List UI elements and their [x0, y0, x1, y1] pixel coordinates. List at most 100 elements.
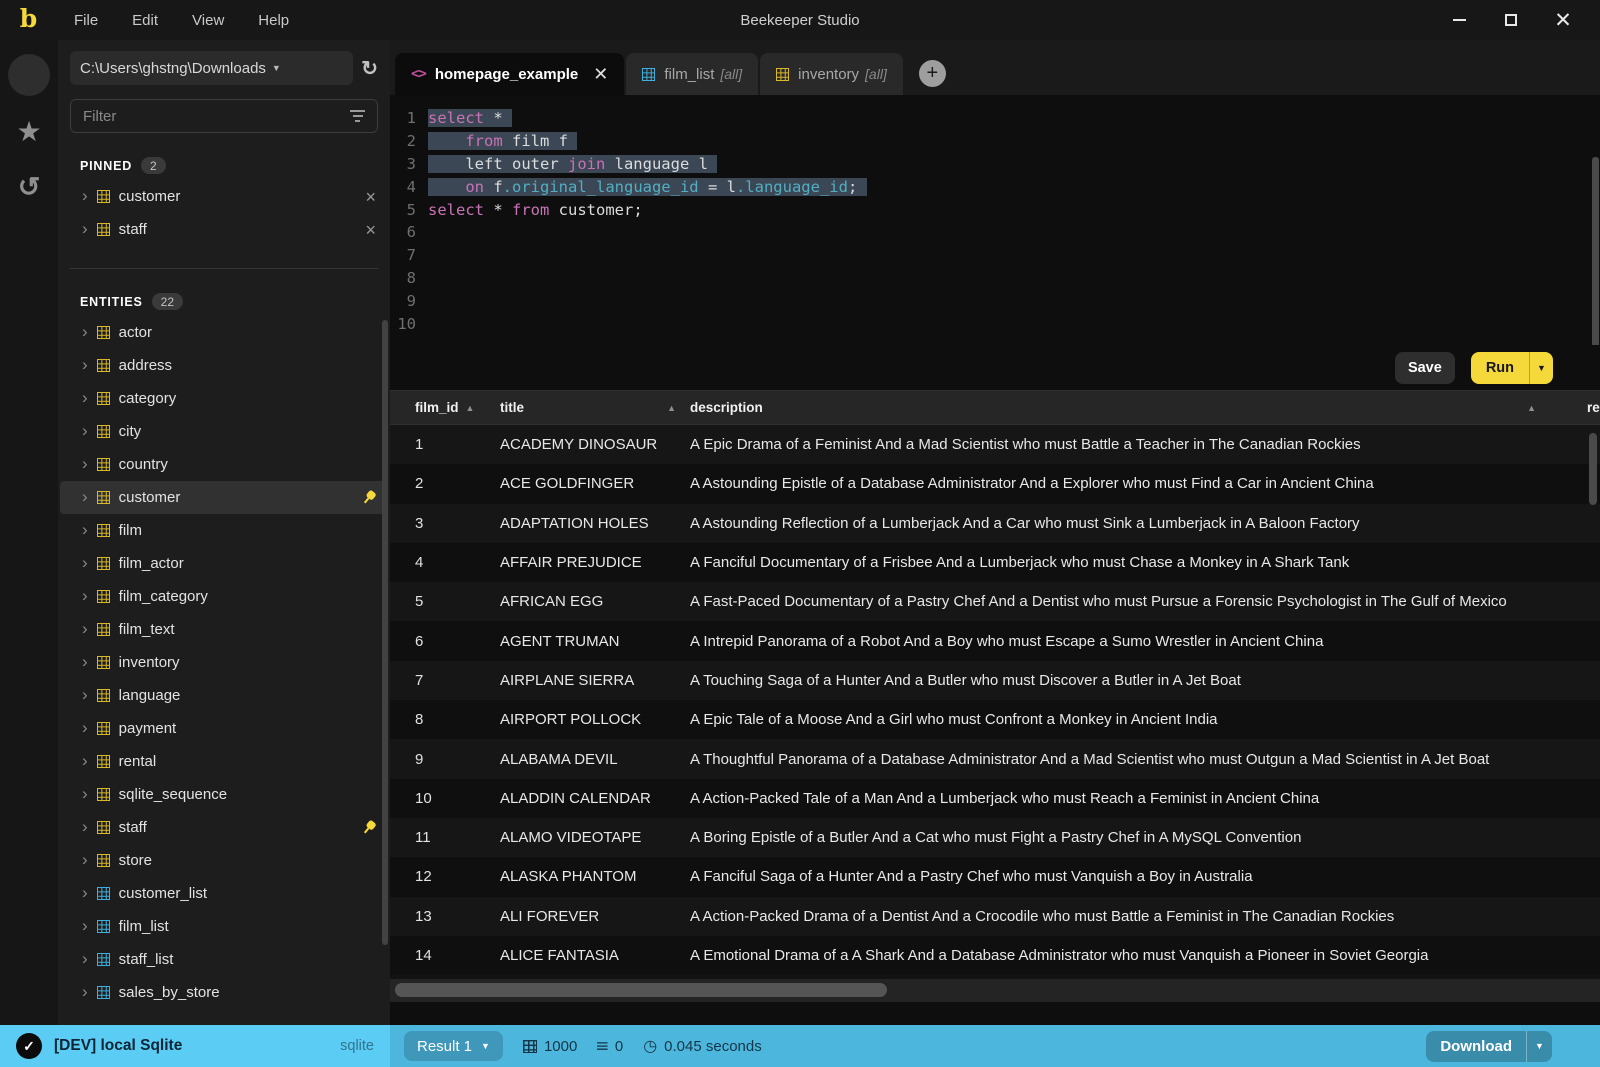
entity-item-staff[interactable]: › staff	[60, 811, 388, 844]
menu-help[interactable]: Help	[246, 8, 301, 33]
cell-title[interactable]: ACE GOLDFINGER	[500, 475, 690, 492]
chevron-right-icon[interactable]: ›	[82, 653, 88, 670]
entity-item-store[interactable]: › store	[60, 844, 388, 877]
table-row[interactable]: 14 ALICE FANTASIA A Emotional Drama of a A…	[390, 935, 1600, 976]
unpin-close-icon[interactable]: ×	[365, 221, 376, 239]
table-row[interactable]: 10 ALADDIN CALENDAR A Action-Packed Tale o…	[390, 778, 1600, 818]
cell-description[interactable]: A Action-Packed Tale of a Man And a Lumb…	[690, 790, 1600, 807]
entity-item-actor[interactable]: › actor	[60, 316, 388, 349]
cell-film-id[interactable]: 7	[415, 672, 500, 689]
cell-description[interactable]: A Fanciful Documentary of a Frisbee And …	[690, 554, 1600, 571]
cell-title[interactable]: AIRPLANE SIERRA	[500, 672, 690, 689]
table-row[interactable]: 5 AFRICAN EGG A Fast-Paced Documentary of …	[390, 582, 1600, 622]
cell-film-id[interactable]: 12	[415, 868, 500, 885]
chevron-right-icon[interactable]: ›	[82, 521, 88, 538]
cell-film-id[interactable]: 3	[415, 515, 500, 532]
table-row[interactable]: 12 ALASKA PHANTOM A Fanciful Saga of a Hun…	[390, 857, 1600, 897]
filter-input[interactable]: Filter	[70, 99, 378, 133]
entity-item-sqlite_sequence[interactable]: › sqlite_sequence	[60, 778, 388, 811]
code-line-3[interactable]: 3 left outer join language l	[390, 153, 1600, 176]
chevron-right-icon[interactable]: ›	[82, 356, 88, 373]
chevron-right-icon[interactable]: ›	[82, 422, 88, 439]
entity-item-customer_list[interactable]: › customer_list	[60, 877, 388, 910]
entity-item-rental[interactable]: › rental	[60, 745, 388, 778]
entity-item-film_actor[interactable]: › film_actor	[60, 547, 388, 580]
connection-select[interactable]: C:\Users\ghstng\Downloads ▼	[70, 51, 354, 85]
table-row[interactable]: 6 AGENT TRUMAN A Intrepid Panorama of a Ro…	[390, 621, 1600, 661]
cell-film-id[interactable]: 14	[415, 947, 500, 964]
download-button[interactable]: Download ▼	[1426, 1030, 1552, 1062]
maximize-button[interactable]	[1496, 5, 1526, 35]
cell-title[interactable]: AFFAIR PREJUDICE	[500, 554, 690, 571]
cell-title[interactable]: ALAMO VIDEOTAPE	[500, 829, 690, 846]
table-row[interactable]: 13 ALI FOREVER A Action-Packed Drama of a …	[390, 896, 1600, 936]
entity-item-payment[interactable]: › payment	[60, 712, 388, 745]
table-row[interactable]: 9 ALABAMA DEVIL A Thoughtful Panorama of a…	[390, 739, 1600, 779]
entity-item-film_text[interactable]: › film_text	[60, 613, 388, 646]
cell-film-id[interactable]: 5	[415, 593, 500, 610]
code-line-6[interactable]: 6	[390, 221, 1600, 244]
column-header-film-id[interactable]: film_id ▲	[415, 400, 500, 415]
entity-item-city[interactable]: › city	[60, 415, 388, 448]
cell-film-id[interactable]: 1	[415, 436, 500, 453]
table-row[interactable]: 11 ALAMO VIDEOTAPE A Boring Epistle of a B…	[390, 817, 1600, 858]
unpin-close-icon[interactable]: ×	[365, 188, 376, 206]
refresh-button[interactable]: ↻	[361, 56, 378, 81]
pinned-item-customer[interactable]: › customer ×	[60, 180, 388, 213]
chevron-right-icon[interactable]: ›	[82, 884, 88, 901]
sql-editor[interactable]: 1 select * 2 from film f 3 left outer joi…	[390, 95, 1600, 345]
code-line-1[interactable]: 1 select *	[390, 107, 1600, 130]
cell-film-id[interactable]: 13	[415, 908, 500, 925]
entity-item-category[interactable]: › category	[60, 382, 388, 415]
cell-film-id[interactable]: 8	[415, 711, 500, 728]
save-button[interactable]: Save	[1394, 351, 1455, 384]
cell-title[interactable]: AFRICAN EGG	[500, 593, 690, 610]
chevron-right-icon[interactable]: ›	[82, 554, 88, 571]
entity-item-staff_list[interactable]: › staff_list	[60, 943, 388, 976]
code-line-2[interactable]: 2 from film f	[390, 130, 1600, 153]
menu-file[interactable]: File	[62, 8, 110, 33]
menu-view[interactable]: View	[180, 8, 236, 33]
cell-title[interactable]: AIRPORT POLLOCK	[500, 711, 690, 728]
table-row[interactable]: 4 AFFAIR PREJUDICE A Fanciful Documentary …	[390, 542, 1600, 583]
pinned-item-staff[interactable]: › staff ×	[60, 213, 388, 246]
cell-title[interactable]: ADAPTATION HOLES	[500, 515, 690, 532]
cell-description[interactable]: A Action-Packed Drama of a Dentist And a…	[690, 908, 1600, 925]
cell-film-id[interactable]: 11	[415, 829, 500, 846]
entity-item-country[interactable]: › country	[60, 448, 388, 481]
table-row[interactable]: 1 ACADEMY DINOSAUR A Epic Drama of a Femin…	[390, 425, 1600, 465]
chevron-right-icon[interactable]: ›	[82, 719, 88, 736]
run-dropdown-caret[interactable]: ▼	[1529, 351, 1553, 384]
cell-title[interactable]: ALADDIN CALENDAR	[500, 790, 690, 807]
results-scrollbar[interactable]	[1589, 433, 1597, 505]
result-select[interactable]: Result 1 ▼	[404, 1031, 503, 1061]
chevron-right-icon[interactable]: ›	[82, 752, 88, 769]
chevron-right-icon[interactable]: ›	[82, 389, 88, 406]
cell-description[interactable]: A Boring Epistle of a Butler And a Cat w…	[690, 829, 1600, 846]
pin-icon[interactable]	[358, 487, 379, 508]
code-line-9[interactable]: 9	[390, 289, 1600, 312]
sidebar-scrollbar[interactable]	[382, 320, 388, 945]
connections-button[interactable]	[8, 54, 50, 96]
chevron-right-icon[interactable]: ›	[82, 983, 88, 1000]
close-button[interactable]: ✕	[1548, 5, 1578, 35]
chevron-right-icon[interactable]: ›	[82, 187, 88, 204]
cell-description[interactable]: A Emotional Drama of a A Shark And a Dat…	[690, 947, 1600, 964]
chevron-right-icon[interactable]: ›	[82, 488, 88, 505]
cell-title[interactable]: ALASKA PHANTOM	[500, 868, 690, 885]
minimize-button[interactable]	[1444, 5, 1474, 35]
history-button[interactable]: ↺	[8, 166, 50, 208]
column-header-title[interactable]: title ▲	[500, 400, 690, 415]
column-header-partial[interactable]: re	[1587, 400, 1600, 415]
cell-title[interactable]: ALICE FANTASIA	[500, 947, 690, 964]
cell-film-id[interactable]: 2	[415, 475, 500, 492]
cell-title[interactable]: AGENT TRUMAN	[500, 633, 690, 650]
entity-item-film_list[interactable]: › film_list	[60, 910, 388, 943]
cell-description[interactable]: A Touching Saga of a Hunter And a Butler…	[690, 672, 1600, 689]
chevron-right-icon[interactable]: ›	[82, 818, 88, 835]
run-label[interactable]: Run	[1471, 352, 1529, 384]
table-row[interactable]: 7 AIRPLANE SIERRA A Touching Saga of a Hun…	[390, 660, 1600, 701]
chevron-right-icon[interactable]: ›	[82, 220, 88, 237]
entity-item-film[interactable]: › film	[60, 514, 388, 547]
entity-item-film_category[interactable]: › film_category	[60, 580, 388, 613]
